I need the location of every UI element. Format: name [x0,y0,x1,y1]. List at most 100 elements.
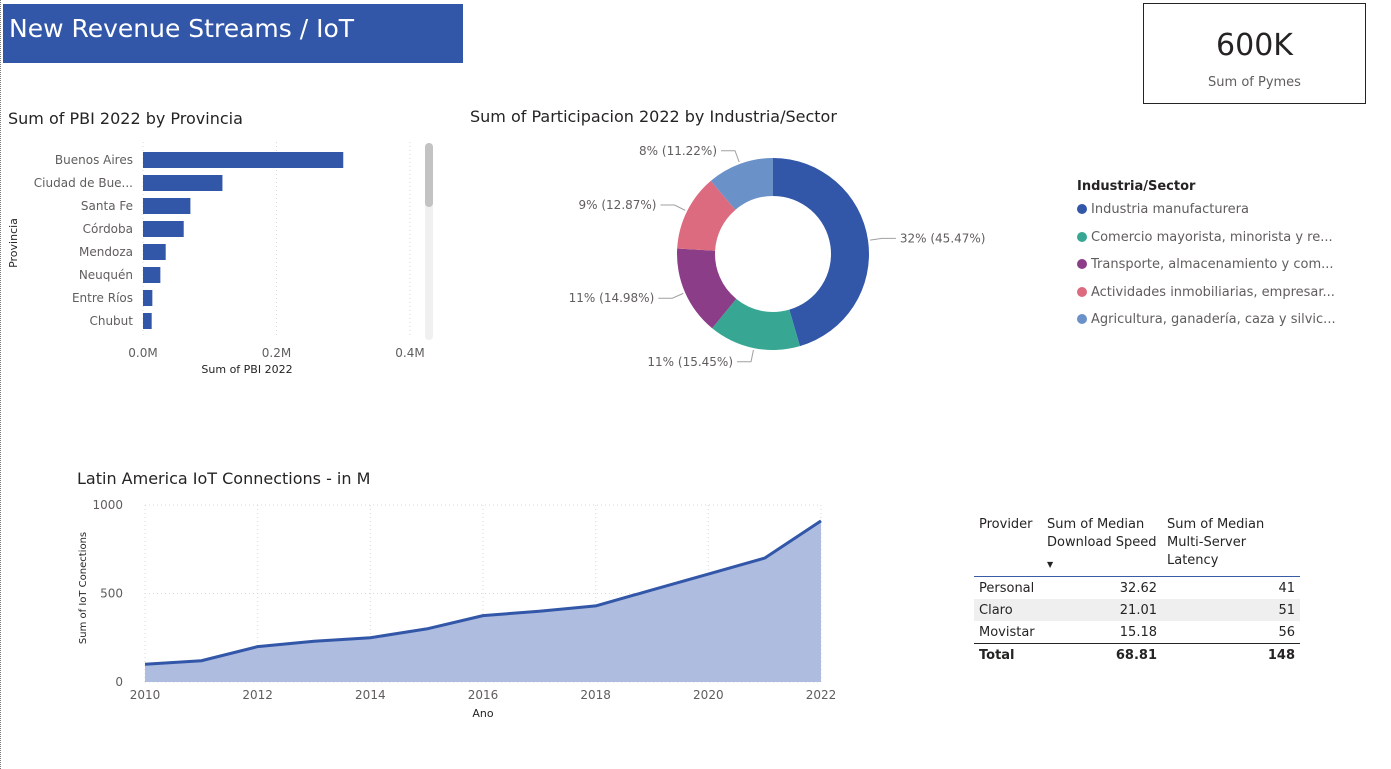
bar-chart-bar[interactable] [143,152,344,168]
donut-leader-line [869,237,896,241]
bar-chart-tick-label: 0.4M [395,346,424,360]
legend-item[interactable]: Actividades inmobiliarias, empresar... [1077,285,1335,303]
kpi-label: Sum of Pymes [1208,75,1301,90]
page-title: New Revenue Streams / IoT example [3,4,463,93]
line-chart-x-tick-label: 2018 [580,688,611,702]
donut-leader-line [660,204,686,211]
line-chart-x-tick-label: 2010 [130,688,161,702]
bar-chart-y-axis-label: Provincia [7,218,20,268]
legend-dot-icon [1077,231,1087,242]
matrix-header-row: Provider Sum of Median Download Speed ▼ S… [974,510,1300,577]
matrix-cell-provider: Personal [979,580,1035,596]
matrix-cell-provider: Movistar [979,624,1035,640]
matrix-cell-download: 32.62 [1119,580,1157,596]
legend-dot-icon [1077,286,1087,297]
line-chart-y-tick-label: 500 [100,587,123,601]
bar-chart-bar[interactable] [143,290,153,306]
donut-chart-title: Sum of Participacion 2022 by Industria/S… [470,107,837,126]
matrix-header-download-label: Sum of Median Download Speed [1047,517,1157,550]
matrix-header-latency[interactable]: Sum of Median Multi-Server Latency [1162,510,1300,577]
matrix-header-download[interactable]: Sum of Median Download Speed ▼ [1042,510,1162,577]
line-chart-x-tick-label: 2016 [468,688,499,702]
matrix-cell-download: 15.18 [1119,624,1157,640]
matrix-header-provider[interactable]: Provider [974,510,1042,577]
line-chart-title: Latin America IoT Connections - in M [77,469,371,488]
kpi-card[interactable]: 600K Sum of Pymes [1143,3,1366,104]
bar-chart-gridlines [142,142,411,338]
line-chart-y-axis-label: Sum of IoT Conections [78,532,89,644]
donut-data-label: 9% (12.87%) [579,198,657,212]
bar-chart-category-label: Entre Ríos [72,291,133,305]
line-chart-y-tick-label: 0 [115,675,123,689]
bar-chart-title: Sum of PBI 2022 by Provincia [8,109,243,128]
line-chart-x-tick-label: 2014 [355,688,386,702]
legend-item[interactable]: Transporte, almacenamiento y com... [1077,257,1334,275]
legend-label: Agricultura, ganadería, caza y silvic... [1091,312,1336,327]
matrix-cell-provider: Claro [974,599,1042,621]
page-left-border [0,0,1,769]
bar-chart-bar[interactable] [143,221,184,237]
table-row[interactable]: Claro 21.01 51 [974,599,1300,621]
kpi-value: 600K [1216,28,1293,63]
donut-chart-slices[interactable] [677,158,869,350]
bar-chart-category-label: Mendoza [79,245,133,259]
matrix-total-label: Total [974,643,1042,666]
legend-label: Actividades inmobiliarias, empresar... [1091,284,1335,300]
legend-item[interactable]: Comercio mayorista, minorista y re... [1077,230,1333,248]
bar-chart-x-axis-label: Sum of PBI 2022 [201,363,292,376]
line-chart-x-tick-label: 2020 [693,688,724,702]
bar-chart-category-label: Santa Fe [81,199,133,213]
bar-chart-category-label: Buenos Aires [55,153,133,167]
bar-chart-category-labels: Buenos Aires Ciudad de Bue... Santa Fe Córd… [34,153,133,328]
provider-matrix[interactable]: Provider Sum of Median Download Speed ▼ S… [974,510,1300,666]
matrix-total-latency: 148 [1162,643,1300,666]
donut-leader-line [721,150,740,163]
line-chart-x-tick-label: 2022 [806,688,837,702]
bar-chart-bars[interactable] [143,152,344,329]
bar-chart-bar[interactable] [143,175,223,191]
matrix-total-row[interactable]: Total 68.81 148 [974,643,1300,666]
matrix-cell-latency: 56 [1278,624,1295,640]
bar-chart-bar[interactable] [143,198,191,214]
donut-data-label: 32% (45.47%) [900,231,986,245]
matrix-header-latency-label: Sum of Median Multi-Server Latency [1167,517,1265,568]
bar-chart-scrollbar-thumb[interactable] [425,143,433,207]
legend-label: Transporte, almacenamiento y com... [1091,257,1334,272]
bar-chart-category-label: Chubut [89,314,133,328]
legend-dot-icon [1077,259,1087,269]
legend-dot-icon [1077,204,1087,214]
line-chart-x-axis-label: Ano [472,707,493,720]
matrix-cell-latency: 51 [1162,599,1300,621]
matrix-cell-download: 21.01 [1042,599,1162,621]
matrix-header-provider-label: Provider [979,517,1033,532]
bar-chart-bar[interactable] [143,267,161,283]
legend-item[interactable]: Industria manufacturera [1077,202,1249,220]
bar-chart-bar[interactable] [143,313,152,329]
legend-label: Comercio mayorista, minorista y re... [1091,229,1333,245]
sort-descending-icon[interactable]: ▼ [1047,556,1157,574]
legend-item[interactable]: Agricultura, ganadería, caza y silvic... [1077,312,1336,330]
bar-chart-category-label: Neuquén [79,268,133,282]
donut-data-label: 11% (15.45%) [647,355,733,369]
line-chart-x-tick-labels: 2010 2012 2014 2016 2018 2020 2022 [130,688,837,702]
line-chart-x-tick-label: 2012 [242,688,273,702]
bar-chart-bar[interactable] [143,244,166,260]
bar-chart-tick-label: 0.0M [128,346,157,360]
donut-leader-line [658,292,684,299]
donut-data-label: 11% (14.98%) [569,291,655,305]
matrix-cell-latency: 41 [1278,580,1295,596]
donut-data-label: 8% (11.22%) [639,144,717,158]
line-chart[interactable]: 2010 2012 2014 2016 2018 2020 2022 0 500 1000 An… [70,495,850,725]
table-row[interactable]: Movistar 15.18 56 [974,621,1300,644]
line-chart-y-tick-labels: 0 500 1000 [92,498,123,689]
bar-chart-category-label: Ciudad de Bue... [34,176,133,190]
table-row[interactable]: Personal 32.62 41 [974,577,1300,600]
donut-leader-line [737,349,754,363]
bar-chart[interactable]: Buenos Aires Ciudad de Bue... Santa Fe Córd… [0,140,440,380]
bar-chart-category-label: Córdoba [83,222,133,236]
bar-chart-tick-label: 0.2M [262,346,291,360]
donut-legend-title: Industria/Sector [1077,179,1196,194]
bar-chart-tick-labels: 0.0M 0.2M 0.4M [128,346,424,360]
line-chart-y-tick-label: 1000 [92,498,123,512]
donut-chart[interactable]: 32% (45.47%) 11% (15.45%) 11% (14.98%) 9% (… [560,130,990,380]
